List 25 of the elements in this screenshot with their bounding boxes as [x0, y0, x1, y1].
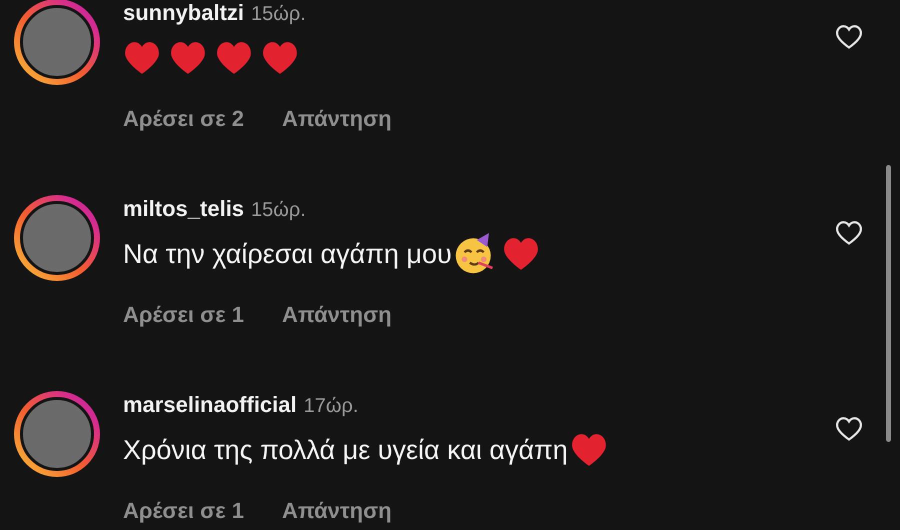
- comment-time: 15ώρ.: [251, 199, 306, 222]
- heart-emoji-icon: [215, 40, 253, 76]
- heart-icon[interactable]: [835, 416, 863, 442]
- heart-emoji-icon: [570, 432, 608, 468]
- heart-emoji-icon: [123, 40, 161, 76]
- likes-count-link[interactable]: Αρέσει σε 2: [123, 106, 244, 132]
- reply-link[interactable]: Απάντηση: [282, 106, 392, 132]
- reply-link[interactable]: Απάντηση: [282, 302, 392, 328]
- username[interactable]: miltos_telis: [123, 196, 244, 222]
- username[interactable]: marselinaofficial: [123, 392, 297, 418]
- heart-emoji-icon: [261, 40, 299, 76]
- heart-icon[interactable]: [835, 220, 863, 246]
- likes-count-link[interactable]: Αρέσει σε 1: [123, 498, 244, 524]
- scrollbar-thumb[interactable]: [886, 165, 891, 442]
- heart-emoji-icon: [502, 236, 540, 272]
- likes-count-link[interactable]: Αρέσει σε 1: [123, 302, 244, 328]
- comment-time: 15ώρ.: [251, 3, 306, 26]
- comment-text: Να την χαίρεσαι αγάπη μου: [123, 238, 452, 270]
- comment-text: Χρόνια της πολλά με υγεία και αγάπη: [123, 434, 568, 466]
- heart-icon[interactable]: [835, 24, 863, 50]
- party-face-emoji-icon: [454, 233, 496, 275]
- username[interactable]: sunnybaltzi: [123, 0, 244, 26]
- reply-link[interactable]: Απάντηση: [282, 498, 392, 524]
- comment-time: 17ώρ.: [304, 395, 358, 418]
- heart-emoji-icon: [169, 40, 207, 76]
